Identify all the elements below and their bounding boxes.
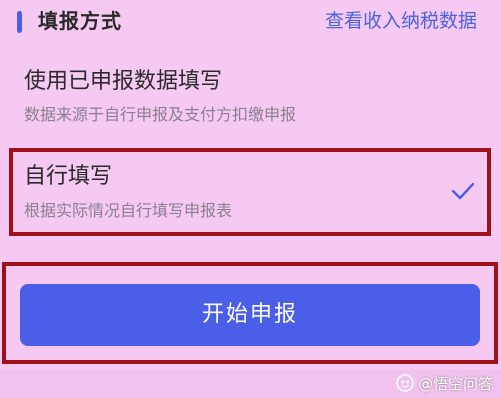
option-use-declared-data[interactable]: 使用已申报数据填写 数据来源于自行申报及支付方扣缴申报 bbox=[0, 56, 501, 136]
checkmark-icon bbox=[451, 182, 475, 200]
option-title: 自行填写 bbox=[24, 164, 113, 189]
option-description: 数据来源于自行申报及支付方扣缴申报 bbox=[24, 105, 297, 124]
option-self-fill[interactable]: 自行填写 根据实际情况自行填写申报表 bbox=[0, 148, 501, 236]
option-description: 根据实际情况自行填写申报表 bbox=[24, 201, 233, 220]
watermark: @悟空问答 bbox=[396, 372, 493, 394]
watermark-text: @悟空问答 bbox=[417, 374, 493, 393]
option-title: 使用已申报数据填写 bbox=[24, 69, 223, 94]
section-title: 填报方式 bbox=[38, 9, 122, 33]
start-declaration-button[interactable]: 开始申报 bbox=[20, 284, 480, 346]
header-accent-bar bbox=[17, 11, 22, 33]
section-header: 填报方式 查看收入纳税数据 bbox=[0, 0, 501, 44]
wukong-logo-icon bbox=[396, 374, 414, 392]
view-income-tax-link[interactable]: 查看收入纳税数据 bbox=[325, 8, 477, 34]
